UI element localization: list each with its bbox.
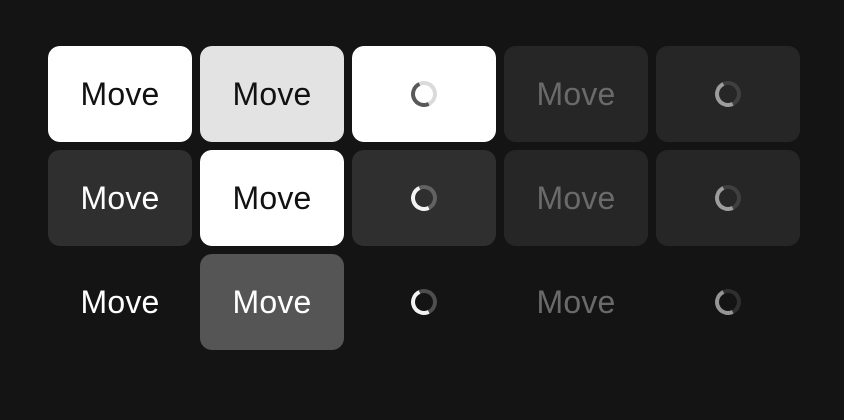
move-button-label: Move: [232, 179, 312, 216]
loading-spinner-icon: [407, 181, 441, 215]
move-button-disabled-dark[interactable]: Move: [504, 46, 648, 142]
move-button-solid-white[interactable]: Move: [48, 46, 192, 142]
move-button-label: Move: [536, 75, 616, 112]
loading-spinner-icon: [407, 285, 441, 319]
move-button-solid-dark[interactable]: Move: [48, 150, 192, 246]
move-button-label: Move: [232, 75, 312, 112]
loading-spinner-icon: [711, 285, 745, 319]
move-button-label: Move: [80, 283, 160, 320]
move-button-loading-disabled-ghost[interactable]: [656, 254, 800, 350]
move-button-loading-disabled-dark-2[interactable]: [656, 150, 800, 246]
move-button-loading-white[interactable]: [352, 46, 496, 142]
move-button-disabled-dark-2[interactable]: Move: [504, 150, 648, 246]
move-button-selected-white[interactable]: Move: [200, 150, 344, 246]
move-button-solid-light[interactable]: Move: [200, 46, 344, 142]
move-button-loading-dark[interactable]: [352, 150, 496, 246]
move-button-label: Move: [232, 283, 312, 320]
move-button-label: Move: [80, 75, 160, 112]
loading-spinner-icon: [407, 77, 441, 111]
move-button-loading-disabled-dark[interactable]: [656, 46, 800, 142]
loading-spinner-icon: [711, 181, 745, 215]
move-button-pressed-mid[interactable]: Move: [200, 254, 344, 350]
move-button-label: Move: [536, 283, 616, 320]
move-button-ghost[interactable]: Move: [48, 254, 192, 350]
move-button-label: Move: [536, 179, 616, 216]
move-button-loading-ghost[interactable]: [352, 254, 496, 350]
button-variants-grid: Move Move Move Move Move Move Move Move …: [48, 46, 801, 350]
loading-spinner-icon: [711, 77, 745, 111]
move-button-disabled-ghost[interactable]: Move: [504, 254, 648, 350]
move-button-label: Move: [80, 179, 160, 216]
